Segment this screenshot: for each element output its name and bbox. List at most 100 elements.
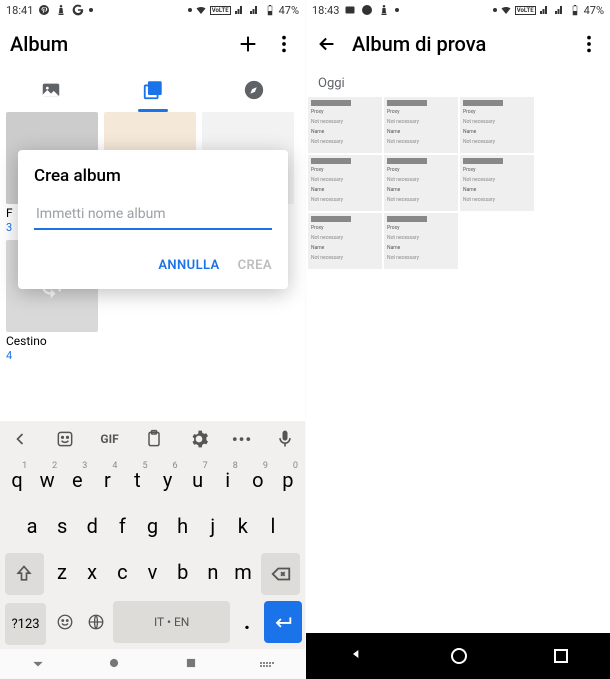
key-q[interactable]: 1q [3, 459, 31, 501]
nav-home[interactable] [451, 648, 467, 664]
battery-pct: 47% [584, 4, 604, 17]
dot-icon [89, 8, 93, 12]
tab-explore[interactable] [203, 68, 305, 112]
key-l[interactable]: l [259, 505, 287, 547]
signal-icon [539, 4, 551, 16]
battery-icon [264, 4, 276, 16]
backspace-key[interactable] [261, 553, 300, 595]
key-h[interactable]: h [169, 505, 197, 547]
spacebar-key[interactable]: IT • EN [113, 601, 231, 643]
symbols-key[interactable]: ?123 [5, 603, 46, 645]
status-time: 18:41 [6, 4, 33, 17]
keyboard: GIF ••• 1q2w3e4r5t6y7u8i9o0p asdfghjkl z… [0, 421, 305, 649]
trash-title: Cestino [6, 334, 47, 348]
nav-keyboard-switch[interactable] [260, 662, 274, 667]
key-m[interactable]: m [229, 551, 257, 593]
period-key[interactable]: . [232, 601, 261, 643]
key-v[interactable]: v [138, 551, 166, 593]
wifi-icon [500, 4, 512, 16]
dot-icon [395, 8, 399, 12]
more-button[interactable] [578, 33, 600, 55]
enter-key[interactable] [264, 601, 302, 643]
sticker-icon[interactable] [53, 427, 77, 451]
language-key[interactable] [82, 601, 111, 643]
create-button[interactable]: CREA [238, 258, 272, 273]
key-s[interactable]: s [48, 505, 76, 547]
signal-icon [234, 4, 246, 16]
key-e[interactable]: 3e [63, 459, 91, 501]
tab-photos[interactable] [0, 68, 102, 112]
key-w[interactable]: 2w [33, 459, 61, 501]
key-x[interactable]: x [78, 551, 106, 593]
shift-key[interactable] [5, 553, 44, 595]
nav-bar [306, 633, 610, 679]
key-u[interactable]: 7u [184, 459, 212, 501]
dot-icon [188, 8, 192, 12]
photo-thumb[interactable]: ProxyNot necessaryNameNot necessary [308, 155, 382, 211]
key-y[interactable]: 6y [154, 459, 182, 501]
battery-pct: 47% [279, 4, 299, 17]
mic-icon[interactable] [273, 427, 297, 451]
clipboard-icon[interactable] [142, 427, 166, 451]
tab-albums[interactable] [102, 68, 204, 112]
image-icon [344, 4, 356, 16]
nav-recent[interactable] [184, 655, 198, 674]
chevron-left-icon[interactable] [8, 427, 32, 451]
nav-bar [0, 649, 305, 679]
key-n[interactable]: n [199, 551, 227, 593]
photo-thumb[interactable]: ProxyNot necessaryNameNot necessary [460, 155, 534, 211]
settings-icon[interactable] [187, 427, 211, 451]
header: Album di prova [306, 20, 610, 68]
more-icon[interactable]: ••• [232, 430, 252, 449]
photo-thumb[interactable]: ProxyNot necessaryNameNot necessary [308, 213, 382, 269]
volte-icon: VoLTE [210, 6, 231, 15]
emoji-key[interactable] [50, 601, 79, 643]
key-r[interactable]: 4r [93, 459, 121, 501]
key-f[interactable]: f [108, 505, 136, 547]
photo-thumb[interactable]: ProxyNot necessaryNameNot necessary [308, 97, 382, 153]
key-g[interactable]: g [138, 505, 166, 547]
photo-thumb[interactable]: ProxyNot necessaryNameNot necessary [460, 97, 534, 153]
back-button[interactable] [316, 33, 338, 55]
trash-count: 4 [6, 349, 12, 362]
album-name-input[interactable] [34, 202, 272, 230]
key-o[interactable]: 9o [244, 459, 272, 501]
google-icon [72, 4, 84, 16]
album-title: F [6, 206, 13, 220]
status-time: 18:43 [312, 4, 339, 17]
header: Album [0, 20, 305, 68]
nav-back[interactable] [349, 646, 365, 666]
status-bar: 18:43 VoLTE 47% [306, 0, 610, 20]
key-c[interactable]: c [108, 551, 136, 593]
pinterest-icon [361, 4, 373, 16]
more-button[interactable] [273, 33, 295, 55]
key-d[interactable]: d [78, 505, 106, 547]
key-j[interactable]: j [199, 505, 227, 547]
key-z[interactable]: z [48, 551, 76, 593]
photo-thumb[interactable]: ProxyNot necessaryNameNot necessary [384, 213, 458, 269]
status-bar: 18:41 VoLTE 47% [0, 0, 305, 20]
photo-thumb[interactable]: ProxyNot necessaryNameNot necessary [384, 155, 458, 211]
pinterest-icon [38, 4, 50, 16]
chess-icon [378, 4, 390, 16]
dialog-title: Crea album [34, 166, 272, 186]
key-b[interactable]: b [169, 551, 197, 593]
photo-grid: ProxyNot necessaryNameNot necessaryProxy… [306, 97, 610, 269]
gif-button[interactable]: GIF [98, 427, 122, 451]
signal-icon [249, 4, 261, 16]
key-a[interactable]: a [18, 505, 46, 547]
tab-bar [0, 68, 305, 112]
signal-icon [554, 4, 566, 16]
add-button[interactable] [237, 33, 259, 55]
nav-home[interactable] [107, 655, 121, 674]
key-i[interactable]: 8i [214, 459, 242, 501]
key-t[interactable]: 5t [123, 459, 151, 501]
key-k[interactable]: k [229, 505, 257, 547]
nav-recent[interactable] [554, 649, 568, 663]
album-count: 3 [6, 221, 12, 234]
key-p[interactable]: 0p [274, 459, 302, 501]
cancel-button[interactable]: ANNULLA [158, 258, 219, 273]
wifi-icon [195, 4, 207, 16]
nav-back[interactable] [31, 655, 45, 674]
photo-thumb[interactable]: ProxyNot necessaryNameNot necessary [384, 97, 458, 153]
